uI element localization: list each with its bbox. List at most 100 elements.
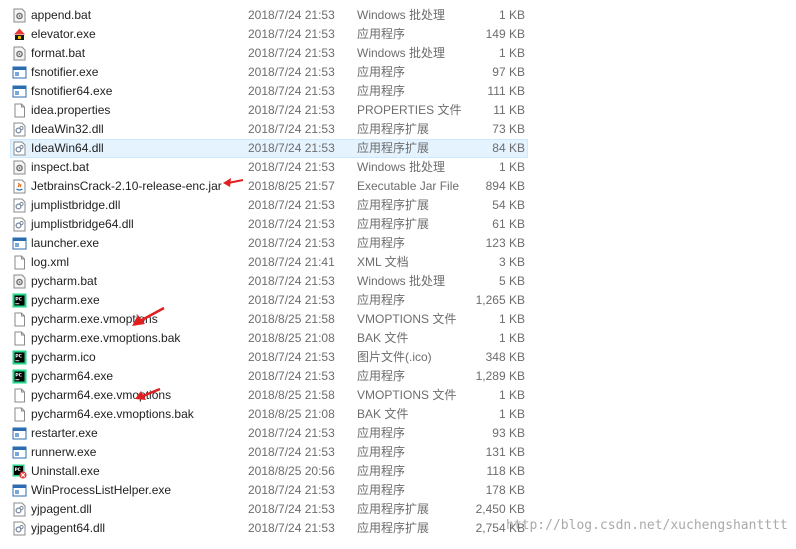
file-name: yjpagent.dll bbox=[31, 502, 92, 516]
file-date: 2018/7/24 21:53 bbox=[248, 198, 335, 212]
file-date: 2018/8/25 21:58 bbox=[248, 312, 335, 326]
file-type: 应用程序 bbox=[357, 293, 406, 307]
file-size: 1 KB bbox=[498, 388, 525, 402]
file-date: 2018/7/24 21:53 bbox=[248, 27, 335, 41]
file-size: 1 KB bbox=[498, 160, 525, 174]
file-date: 2018/7/24 21:53 bbox=[248, 350, 335, 364]
file-size: 3 KB bbox=[498, 255, 525, 269]
file-name: IdeaWin64.dll bbox=[31, 141, 104, 155]
file-type: 应用程序 bbox=[357, 464, 406, 478]
blank-file-icon bbox=[12, 103, 27, 118]
svg-text:PC: PC bbox=[15, 373, 22, 379]
file-row[interactable]: IdeaWin32.dll 2018/7/24 21:53 应用程序扩展 73 KB bbox=[0, 120, 796, 139]
file-type: PROPERTIES 文件 bbox=[357, 103, 462, 117]
file-date: 2018/7/24 21:53 bbox=[248, 46, 335, 60]
dll-gear-icon bbox=[12, 141, 27, 156]
file-row[interactable]: PC pycharm.ico 2018/7/24 21:53 图片文件(.ico) 34… bbox=[0, 348, 796, 367]
file-type: BAK 文件 bbox=[357, 407, 409, 421]
file-row[interactable]: runnerw.exe 2018/7/24 21:53 应用程序 131 KB bbox=[0, 443, 796, 462]
file-date: 2018/7/24 21:41 bbox=[248, 255, 335, 269]
file-name: format.bat bbox=[31, 46, 86, 60]
file-row[interactable]: WinProcessListHelper.exe 2018/7/24 21:53 应… bbox=[0, 481, 796, 500]
pycharm-uninstall-icon: PC bbox=[12, 464, 27, 479]
file-name: restarter.exe bbox=[31, 426, 98, 440]
file-row[interactable]: launcher.exe 2018/7/24 21:53 应用程序 123 KB bbox=[0, 234, 796, 253]
file-row[interactable]: yjpagent.dll 2018/7/24 21:53 应用程序扩展 2,450 K… bbox=[0, 500, 796, 519]
file-type: 应用程序 bbox=[357, 236, 406, 250]
file-size: 1 KB bbox=[498, 407, 525, 421]
file-type: 图片文件(.ico) bbox=[357, 350, 432, 364]
file-size: 97 KB bbox=[492, 65, 525, 79]
file-type: VMOPTIONS 文件 bbox=[357, 388, 457, 402]
blank-file-icon bbox=[12, 255, 27, 270]
file-name: pycharm.ico bbox=[31, 350, 96, 364]
exe-window-icon bbox=[12, 445, 27, 460]
file-type: 应用程序 bbox=[357, 27, 406, 41]
file-row[interactable]: append.bat 2018/7/24 21:53 Windows 批处理 1 KB bbox=[0, 6, 796, 25]
file-type: VMOPTIONS 文件 bbox=[357, 312, 457, 326]
file-name: pycharm.exe bbox=[31, 293, 100, 307]
file-date: 2018/7/24 21:53 bbox=[248, 445, 335, 459]
file-date: 2018/7/24 21:53 bbox=[248, 103, 335, 117]
file-list: append.bat 2018/7/24 21:53 Windows 批处理 1 KB… bbox=[0, 6, 796, 538]
file-size: 894 KB bbox=[485, 179, 525, 193]
file-row[interactable]: idea.properties 2018/7/24 21:53 PROPERTIES… bbox=[0, 101, 796, 120]
file-size: 348 KB bbox=[485, 350, 525, 364]
blank-file-icon bbox=[12, 388, 27, 403]
file-row[interactable]: PC pycharm.exe 2018/7/24 21:53 应用程序 1,265 KB bbox=[0, 291, 796, 310]
file-row[interactable]: pycharm64.exe.vmoptions.bak 2018/8/25 21:… bbox=[0, 405, 796, 424]
file-row[interactable]: jumplistbridge64.dll 2018/7/24 21:53 应用程序扩… bbox=[0, 215, 796, 234]
pycharm-icon: PC bbox=[12, 369, 27, 384]
file-row[interactable]: JetbrainsCrack-2.10-release-enc.jar 2018/… bbox=[0, 177, 796, 196]
dll-gear-icon bbox=[12, 198, 27, 213]
file-row[interactable]: PC pycharm64.exe 2018/7/24 21:53 应用程序 1,289 … bbox=[0, 367, 796, 386]
elevator-exe-icon bbox=[12, 27, 27, 42]
file-name: pycharm64.exe.vmoptions.bak bbox=[31, 407, 194, 421]
file-size: 1 KB bbox=[498, 312, 525, 326]
file-date: 2018/7/24 21:53 bbox=[248, 236, 335, 250]
file-name: inspect.bat bbox=[31, 160, 90, 174]
file-type: 应用程序 bbox=[357, 445, 406, 459]
file-row[interactable]: restarter.exe 2018/7/24 21:53 应用程序 93 KB bbox=[0, 424, 796, 443]
exe-window-icon bbox=[12, 483, 27, 498]
file-row[interactable]: format.bat 2018/7/24 21:53 Windows 批处理 1 KB bbox=[0, 44, 796, 63]
file-type: Windows 批处理 bbox=[357, 46, 446, 60]
file-row[interactable]: inspect.bat 2018/7/24 21:53 Windows 批处理 1 K… bbox=[0, 158, 796, 177]
file-date: 2018/7/24 21:53 bbox=[248, 483, 335, 497]
file-date: 2018/8/25 21:08 bbox=[248, 407, 335, 421]
file-row-selected[interactable]: IdeaWin64.dll 2018/7/24 21:53 应用程序扩展 84 KB bbox=[0, 139, 796, 158]
file-date: 2018/7/24 21:53 bbox=[248, 217, 335, 231]
file-row[interactable]: fsnotifier.exe 2018/7/24 21:53 应用程序 97 KB bbox=[0, 63, 796, 82]
annotation-arrow-icon bbox=[135, 387, 161, 400]
file-size: 84 KB bbox=[492, 141, 525, 155]
file-type: BAK 文件 bbox=[357, 331, 409, 345]
bat-gear-icon bbox=[12, 46, 27, 61]
file-row[interactable]: pycharm.exe.vmoptions 2018/8/25 21:58 VMOP… bbox=[0, 310, 796, 329]
file-row[interactable]: PC Uninstall.exe 2018/8/25 20:56 应用程序 118 KB bbox=[0, 462, 796, 481]
java-jar-icon bbox=[12, 179, 27, 194]
file-row[interactable]: pycharm64.exe.vmoptions 2018/8/25 21:58 VM… bbox=[0, 386, 796, 405]
file-name: runnerw.exe bbox=[31, 445, 97, 459]
file-name: Uninstall.exe bbox=[31, 464, 100, 478]
file-name: append.bat bbox=[31, 8, 92, 22]
file-row[interactable]: fsnotifier64.exe 2018/7/24 21:53 应用程序 111 K… bbox=[0, 82, 796, 101]
file-row[interactable]: elevator.exe 2018/7/24 21:53 应用程序 149 KB bbox=[0, 25, 796, 44]
dll-gear-icon bbox=[12, 521, 27, 536]
file-size: 149 KB bbox=[485, 27, 525, 41]
file-name: jumplistbridge64.dll bbox=[31, 217, 134, 231]
file-row[interactable]: log.xml 2018/7/24 21:41 XML 文档 3 KB bbox=[0, 253, 796, 272]
file-date: 2018/8/25 20:56 bbox=[248, 464, 335, 478]
file-date: 2018/7/24 21:53 bbox=[248, 274, 335, 288]
file-row[interactable]: jumplistbridge.dll 2018/7/24 21:53 应用程序扩展 5… bbox=[0, 196, 796, 215]
bat-gear-icon bbox=[12, 8, 27, 23]
file-size: 1 KB bbox=[498, 46, 525, 60]
file-size: 111 KB bbox=[487, 84, 525, 98]
file-row[interactable]: pycharm.exe.vmoptions.bak 2018/8/25 21:08… bbox=[0, 329, 796, 348]
file-name: jumplistbridge.dll bbox=[31, 198, 121, 212]
watermark: http://blog.csdn.net/xuchengshantttt bbox=[506, 518, 788, 533]
file-row[interactable]: pycharm.bat 2018/7/24 21:53 Windows 批处理 5 K… bbox=[0, 272, 796, 291]
file-date: 2018/7/24 21:53 bbox=[248, 84, 335, 98]
file-size: 1,265 KB bbox=[475, 293, 525, 307]
file-size: 1 KB bbox=[498, 8, 525, 22]
file-size: 54 KB bbox=[492, 198, 525, 212]
